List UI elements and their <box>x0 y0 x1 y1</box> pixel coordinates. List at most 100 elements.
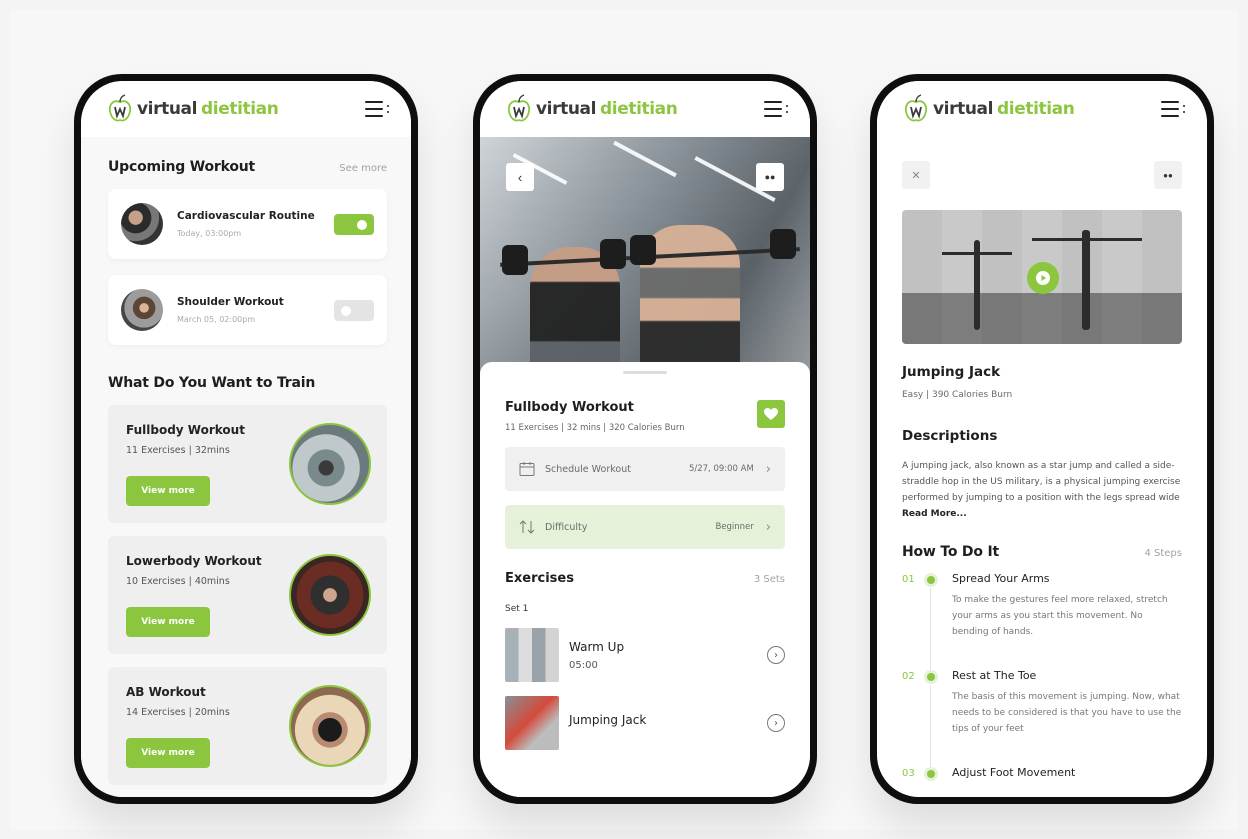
step-name: Rest at The Toe <box>952 669 1037 682</box>
chevron-right-icon: › <box>765 461 771 477</box>
step-item: 01 Spread Your Arms To make the gestures… <box>902 572 1182 674</box>
step-number: 03 <box>902 768 915 779</box>
step-number: 01 <box>902 574 915 585</box>
exercise-item[interactable]: Jumping Jack › <box>505 696 785 750</box>
view-more-button[interactable]: View more <box>126 607 210 637</box>
step-dot-icon <box>924 670 938 684</box>
step-number: 02 <box>902 671 915 682</box>
training-image <box>289 554 371 636</box>
apple-logo-icon <box>507 94 531 122</box>
steps-count: 4 Steps <box>1144 548 1182 559</box>
workout-card[interactable]: Cardiovascular Routine Today, 03:00pm <box>108 189 387 259</box>
play-button[interactable] <box>1027 262 1059 294</box>
set-label: Set 1 <box>505 604 529 614</box>
schedule-workout-row[interactable]: Schedule Workout 5/27, 09:00 AM › <box>505 447 785 491</box>
brand-logo[interactable]: virtual dietitian <box>903 94 1075 124</box>
difficulty-label: Difficulty <box>545 521 588 533</box>
phone-exercise-detail: virtual dietitian ✕ ●● Jumping Jack Easy… <box>870 74 1214 804</box>
exercise-thumbnail <box>505 696 559 750</box>
sheet-handle[interactable] <box>623 371 667 374</box>
brand-logo[interactable]: virtual dietitian <box>107 94 279 124</box>
workout-toggle[interactable] <box>334 213 374 235</box>
more-options-button[interactable]: ●● <box>1154 161 1182 189</box>
exercises-count: 3 Sets <box>753 574 785 585</box>
step-dot-icon <box>924 573 938 587</box>
step-item: 03 Adjust Foot Movement <box>902 766 1182 781</box>
difficulty-row[interactable]: Difficulty Beginner › <box>505 505 785 549</box>
step-item: 02 Rest at The Toe The basis of this mov… <box>902 669 1182 771</box>
exercise-title: Jumping Jack <box>902 364 1001 380</box>
chevron-left-icon: ‹ <box>517 169 523 185</box>
brand-logo[interactable]: virtual dietitian <box>506 94 678 124</box>
step-dot-icon <box>924 767 938 781</box>
workout-name: Shoulder Workout <box>177 296 284 308</box>
chevron-right-circle-icon[interactable]: › <box>767 714 785 732</box>
menu-icon[interactable] <box>764 100 788 118</box>
chevron-right-icon: › <box>765 519 771 535</box>
upcoming-title: Upcoming Workout <box>108 159 256 175</box>
apple-logo-icon <box>108 94 132 122</box>
sort-arrows-icon <box>519 520 535 534</box>
workout-sheet: Fullbody Workout 11 Exercises | 32 mins … <box>480 362 810 797</box>
description-text: A jumping jack, also known as a star jum… <box>902 458 1182 522</box>
schedule-value: 5/27, 09:00 AM <box>688 464 754 474</box>
exercise-name: Warm Up <box>569 639 625 654</box>
descriptions-title: Descriptions <box>902 428 998 444</box>
exercise-video[interactable] <box>902 210 1182 344</box>
workout-meta: 11 Exercises | 32 mins | 320 Calories Bu… <box>505 423 685 433</box>
workout-toggle[interactable] <box>334 299 374 321</box>
workout-time: Today, 03:00pm <box>177 229 242 238</box>
exercise-duration: 05:00 <box>569 659 598 671</box>
workout-avatar <box>121 203 163 245</box>
exercise-name: Jumping Jack <box>569 713 647 727</box>
app-header: virtual dietitian <box>81 81 411 137</box>
read-more-link[interactable]: Read More... <box>902 509 967 519</box>
training-card[interactable]: Fullbody Workout 11 Exercises | 32mins V… <box>108 405 387 523</box>
back-button[interactable]: ‹ <box>506 163 534 191</box>
brand-word-1: virtual <box>137 99 198 119</box>
view-more-button[interactable]: View more <box>126 476 210 506</box>
steps-list: 01 Spread Your Arms To make the gestures… <box>902 572 1182 781</box>
calendar-icon <box>519 462 535 476</box>
app-header: virtual dietitian <box>480 81 810 137</box>
phone-workout-detail: virtual dietitian ‹ ●● Fullbody Workout … <box>473 74 817 804</box>
workout-avatar <box>121 289 163 331</box>
apple-logo-icon <box>904 94 928 122</box>
home-content: Upcoming Workout See more Cardiovascular… <box>81 137 411 797</box>
menu-icon[interactable] <box>365 100 389 118</box>
chevron-right-circle-icon[interactable]: › <box>767 646 785 664</box>
training-card[interactable]: Lowerbody Workout 10 Exercises | 40mins … <box>108 536 387 654</box>
close-icon: ✕ <box>911 169 921 182</box>
heart-icon <box>764 407 778 420</box>
brand-word-1: virtual <box>536 99 597 119</box>
difficulty-value: Beginner <box>715 522 754 532</box>
play-icon <box>1036 271 1050 285</box>
close-button[interactable]: ✕ <box>902 161 930 189</box>
brand-word-2: dietitian <box>997 99 1075 119</box>
description-body: A jumping jack, also known as a star jum… <box>902 461 1181 503</box>
training-image <box>289 423 371 505</box>
more-dots-icon: ●● <box>1163 170 1173 180</box>
step-text: The basis of this movement is jumping. N… <box>952 692 1182 734</box>
workout-title: Fullbody Workout <box>505 400 634 415</box>
phone-home: virtual dietitian Upcoming Workout See mo… <box>74 74 418 804</box>
exercise-detail-screen: virtual dietitian ✕ ●● Jumping Jack Easy… <box>877 81 1207 797</box>
training-card[interactable]: AB Workout 14 Exercises | 20mins View mo… <box>108 667 387 785</box>
more-dots-icon: ●● <box>764 172 776 182</box>
exercise-content: ✕ ●● Jumping Jack Easy | 390 Calories Bu… <box>877 161 1207 797</box>
brand-word-1: virtual <box>933 99 994 119</box>
app-header: virtual dietitian <box>877 81 1207 137</box>
showcase-background: virtual dietitian Upcoming Workout See mo… <box>10 10 1238 830</box>
workout-time: March 05, 02:00pm <box>177 315 256 324</box>
step-name: Spread Your Arms <box>952 572 1050 585</box>
workout-card[interactable]: Shoulder Workout March 05, 02:00pm <box>108 275 387 345</box>
exercise-item[interactable]: Warm Up 05:00 › <box>505 628 785 682</box>
step-text: To make the gestures feel more relaxed, … <box>952 595 1168 637</box>
see-more-link[interactable]: See more <box>339 163 387 174</box>
more-options-button[interactable]: ●● <box>756 163 784 191</box>
favorite-button[interactable] <box>757 400 785 428</box>
menu-icon[interactable] <box>1161 100 1185 118</box>
exercise-meta: Easy | 390 Calories Burn <box>902 390 1013 400</box>
view-more-button[interactable]: View more <box>126 738 210 768</box>
workout-detail-screen: virtual dietitian ‹ ●● Fullbody Workout … <box>480 81 810 797</box>
